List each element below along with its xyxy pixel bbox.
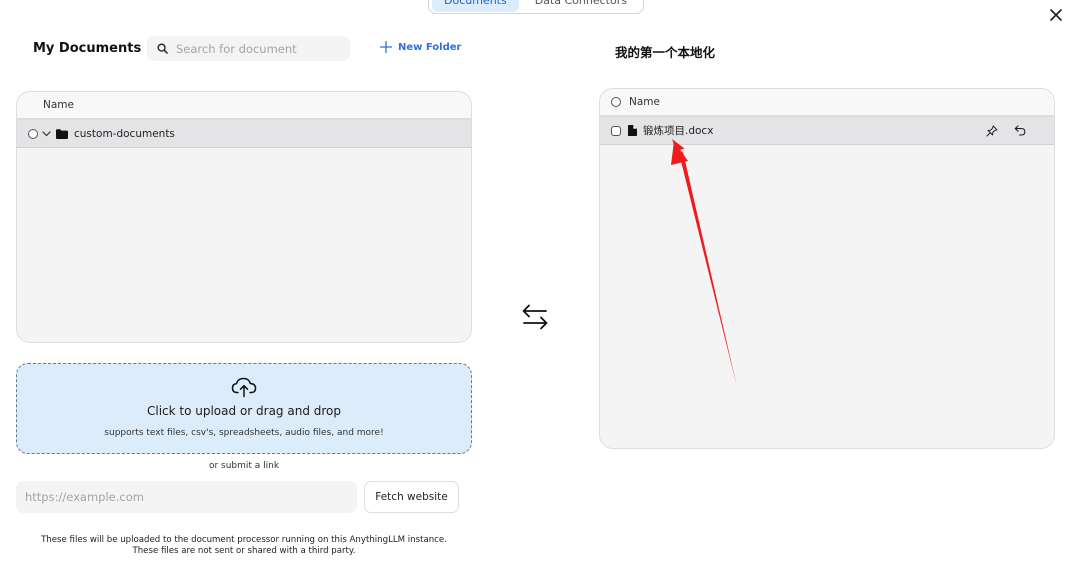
upload-dropzone[interactable]: Click to upload or drag and drop support… bbox=[16, 363, 472, 454]
top-tabs: Documents Data Connectors bbox=[428, 0, 644, 14]
cloud-upload-icon bbox=[231, 377, 257, 398]
close-icon bbox=[1050, 9, 1062, 21]
chevron-down-icon[interactable] bbox=[42, 129, 51, 138]
fetch-website-button[interactable]: Fetch website bbox=[364, 481, 459, 513]
disclaimer: These files will be uploaded to the docu… bbox=[0, 535, 488, 557]
new-folder-label: New Folder bbox=[398, 41, 462, 53]
select-all-checkbox[interactable] bbox=[611, 97, 621, 107]
disclaimer-line-2: These files are not sent or shared with … bbox=[132, 546, 356, 556]
pin-icon[interactable] bbox=[986, 125, 998, 137]
folder-row[interactable]: custom-documents bbox=[17, 120, 471, 148]
folder-name: custom-documents bbox=[74, 127, 175, 140]
row-checkbox[interactable] bbox=[611, 125, 621, 136]
tab-documents[interactable]: Documents bbox=[432, 0, 519, 12]
tab-data-connectors[interactable]: Data Connectors bbox=[523, 0, 639, 12]
row-checkbox[interactable] bbox=[28, 128, 38, 139]
workspace-title: 我的第一个本地化 bbox=[615, 45, 716, 60]
search-box[interactable] bbox=[147, 36, 350, 61]
close-button[interactable] bbox=[1046, 5, 1066, 25]
folder-icon bbox=[56, 128, 68, 139]
name-column-header: Name bbox=[43, 99, 74, 111]
search-icon bbox=[157, 43, 168, 54]
row-actions bbox=[986, 125, 1054, 137]
file-name: 锻炼项目.docx bbox=[643, 125, 714, 137]
or-submit-link-label: or submit a link bbox=[208, 461, 280, 471]
undo-icon[interactable] bbox=[1014, 125, 1026, 136]
upload-title: Click to upload or drag and drop bbox=[146, 404, 341, 418]
table-header: Name bbox=[600, 89, 1054, 117]
my-documents-panel: Name custom-documents bbox=[16, 91, 472, 343]
file-icon bbox=[628, 125, 637, 136]
disclaimer-line-1: These files will be uploaded to the docu… bbox=[41, 535, 447, 545]
table-header: Name bbox=[17, 92, 471, 120]
file-row[interactable]: 锻炼项目.docx bbox=[600, 117, 1054, 145]
my-documents-title: My Documents bbox=[33, 41, 142, 56]
url-input[interactable] bbox=[16, 481, 357, 513]
swap-button[interactable] bbox=[521, 302, 549, 332]
swap-arrows-icon bbox=[522, 304, 548, 330]
name-column-header: Name bbox=[629, 96, 660, 108]
workspace-documents-panel: Name 锻炼项目.docx bbox=[599, 88, 1055, 449]
upload-subtitle: supports text files, csv's, spreadsheets… bbox=[104, 428, 384, 438]
plus-icon bbox=[380, 41, 392, 53]
search-input[interactable] bbox=[176, 41, 346, 56]
new-folder-button[interactable]: New Folder bbox=[380, 41, 461, 53]
